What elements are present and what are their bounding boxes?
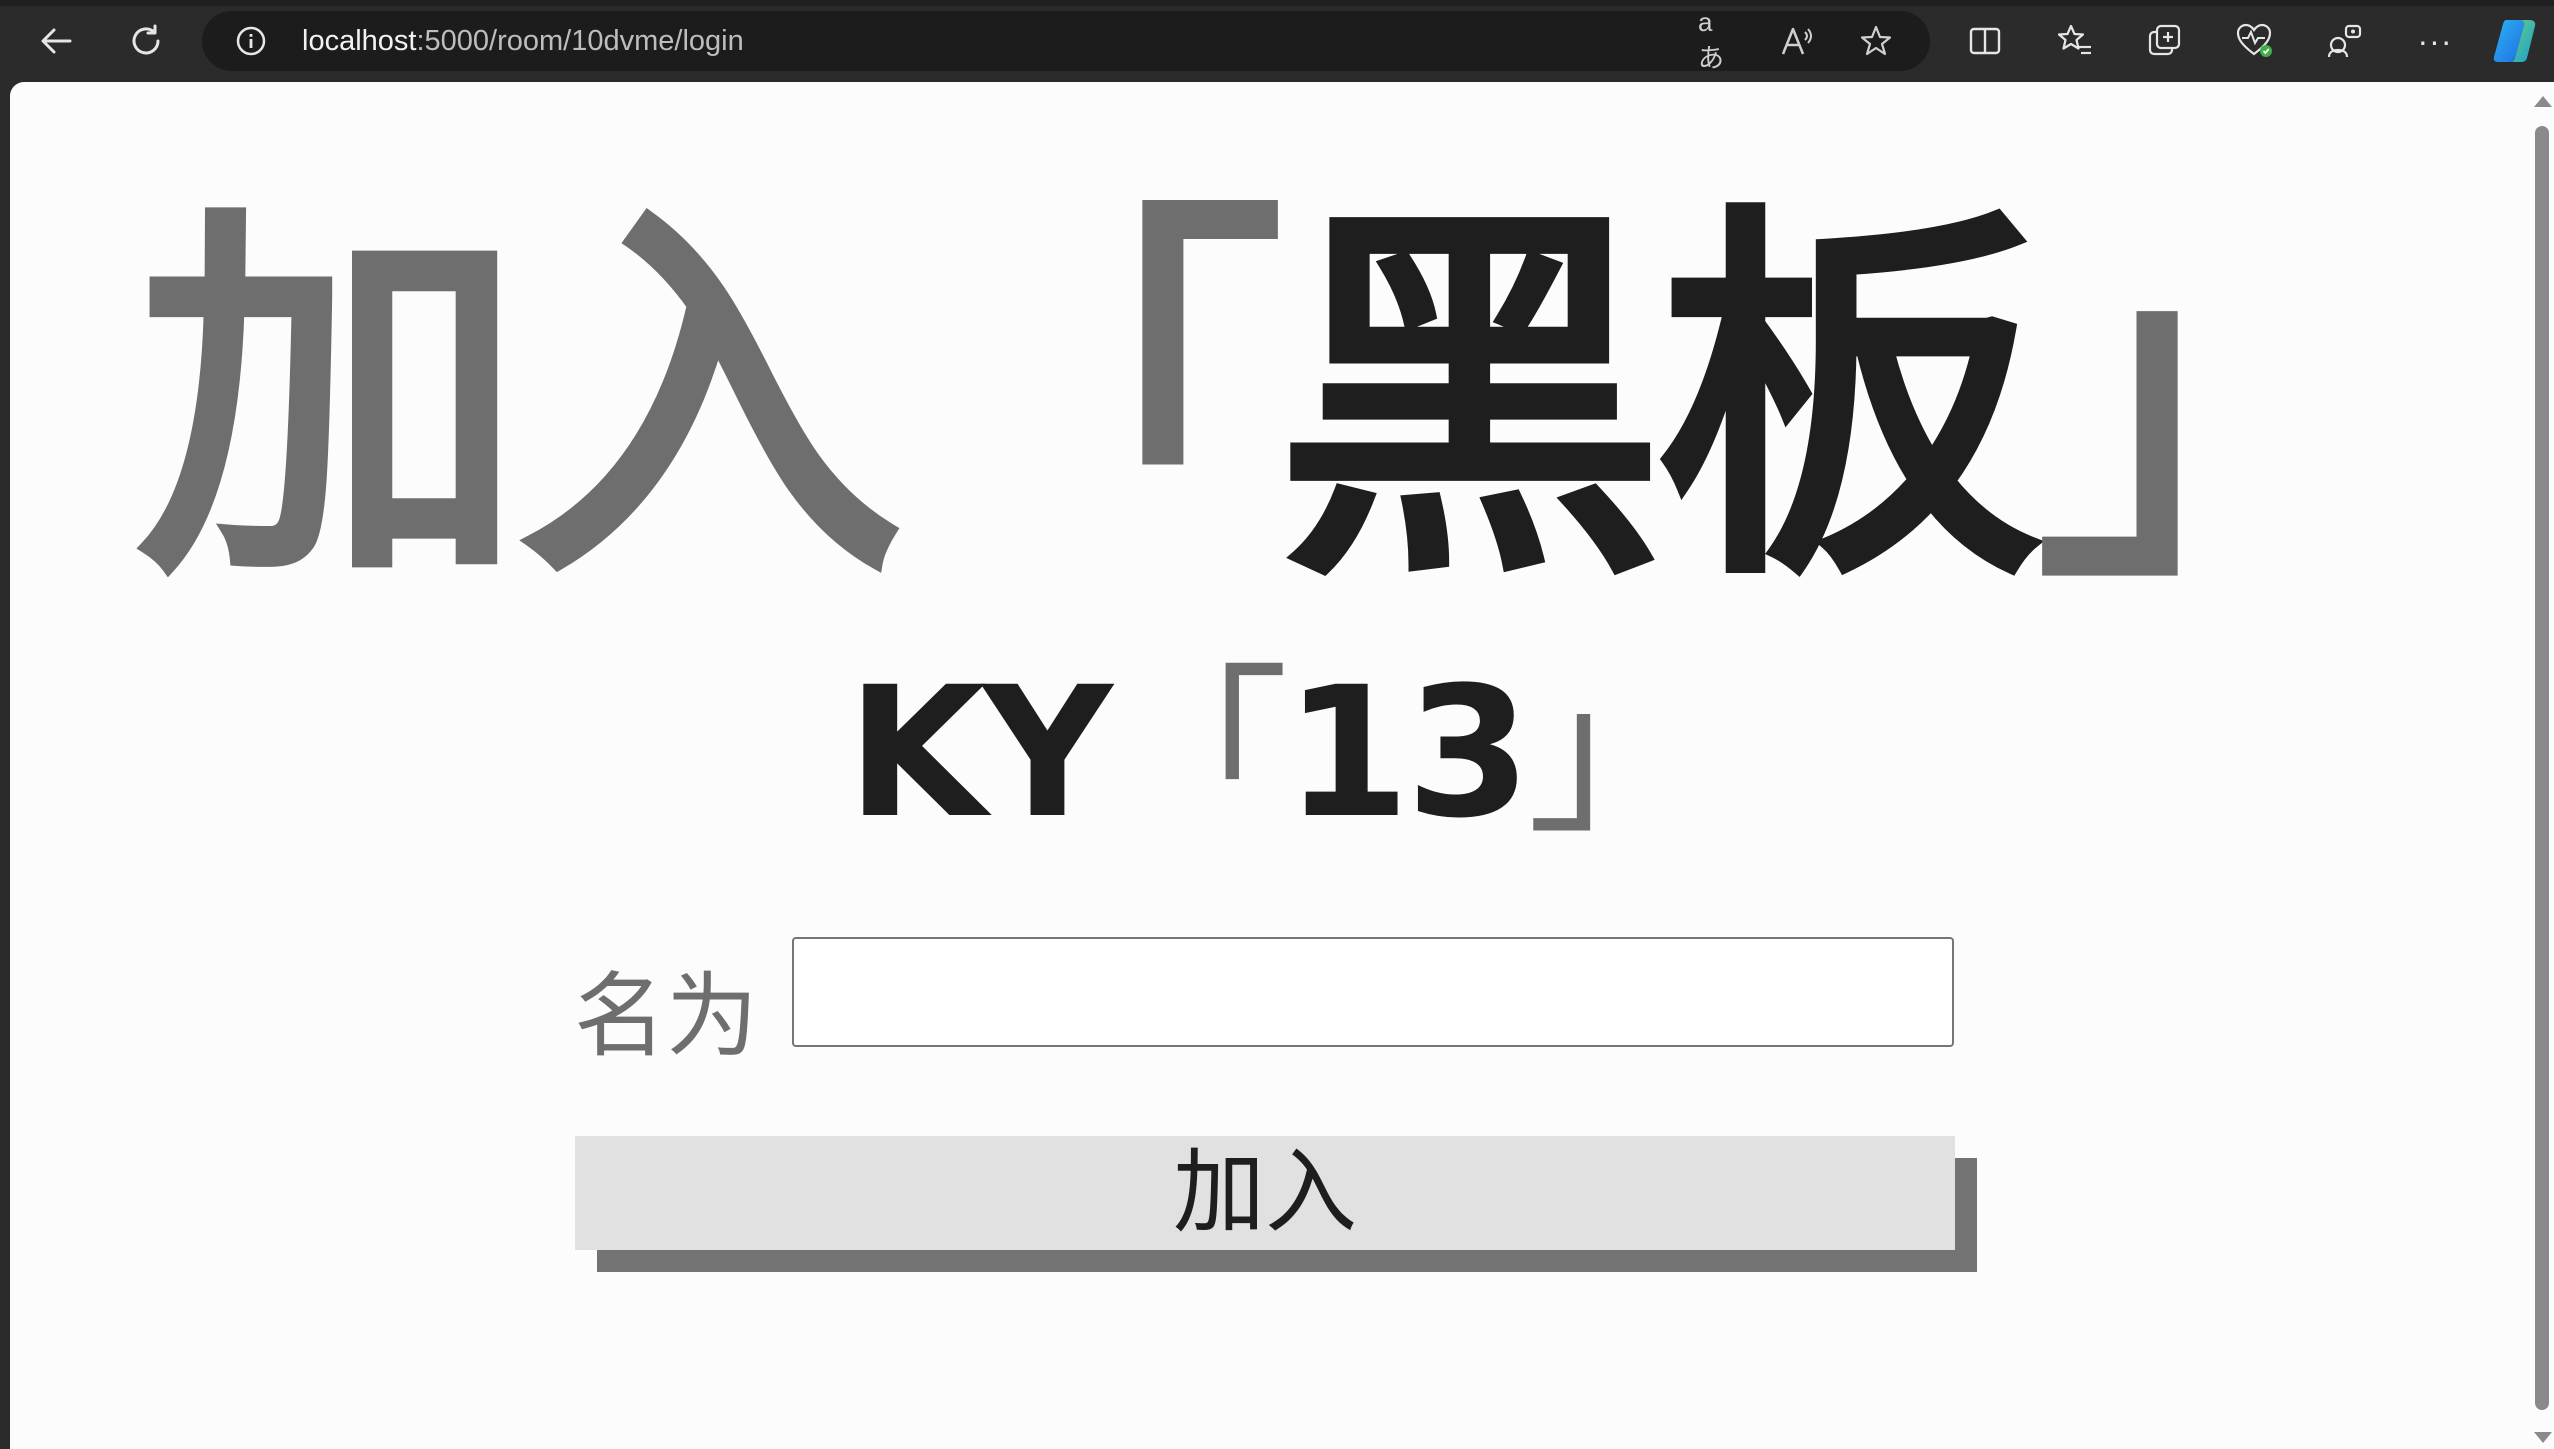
window-top-border — [0, 0, 2554, 6]
url-path: :5000/room/10dvme/login — [416, 25, 744, 57]
star-icon[interactable] — [1858, 23, 1894, 59]
page-title: 加入「黑板」 — [10, 186, 2540, 616]
collections-icon[interactable] — [2137, 13, 2193, 69]
room-bracket-open: 「 — [1108, 649, 1289, 858]
title-board-name: 黑板 — [1275, 174, 2045, 628]
name-input[interactable] — [792, 937, 1954, 1047]
extensions-icon[interactable] — [2317, 13, 2373, 69]
room-bracket-close: 」 — [1527, 649, 1707, 858]
room-number: 13 — [1284, 649, 1531, 858]
title-bracket-close: 」 — [2035, 174, 2425, 628]
join-button[interactable]: 加入 — [575, 1136, 1955, 1250]
more-icon[interactable]: ··· — [2407, 13, 2463, 69]
back-button[interactable] — [28, 13, 84, 69]
vertical-scrollbar[interactable] — [2530, 82, 2554, 1449]
scroll-up-arrow-icon[interactable] — [2534, 96, 2552, 107]
back-arrow-icon — [41, 28, 72, 54]
url-host: localhost — [302, 25, 417, 57]
heart-pulse-icon[interactable] — [2227, 13, 2283, 69]
read-aloud-icon[interactable] — [1778, 23, 1814, 59]
title-prefix: 加入 — [135, 174, 905, 628]
refresh-button[interactable] — [118, 13, 174, 69]
scroll-down-arrow-icon[interactable] — [2534, 1432, 2552, 1443]
page-viewport: 加入「黑板」 KY「13」 名为 加入 — [10, 82, 2554, 1449]
scroll-thumb[interactable] — [2535, 126, 2549, 1410]
room-prefix: KY — [846, 649, 1113, 858]
room-subtitle: KY「13」 — [10, 644, 2540, 864]
info-icon[interactable] — [236, 26, 266, 56]
url-text[interactable]: localhost:5000/room/10dvme/login — [302, 11, 744, 71]
favorites-icon[interactable] — [2047, 13, 2103, 69]
address-bar[interactable]: localhost:5000/room/10dvme/login aあ — [202, 7, 1930, 73]
name-label: 名为 — [574, 963, 759, 1070]
browser-toolbar: localhost:5000/room/10dvme/login aあ ··· — [0, 0, 2554, 82]
refresh-icon — [132, 24, 160, 55]
title-bracket-open: 「 — [895, 174, 1285, 628]
split-screen-icon[interactable] — [1957, 13, 2013, 69]
copilot-icon[interactable] — [2487, 13, 2543, 69]
translate-icon[interactable]: aあ — [1698, 7, 1734, 73]
